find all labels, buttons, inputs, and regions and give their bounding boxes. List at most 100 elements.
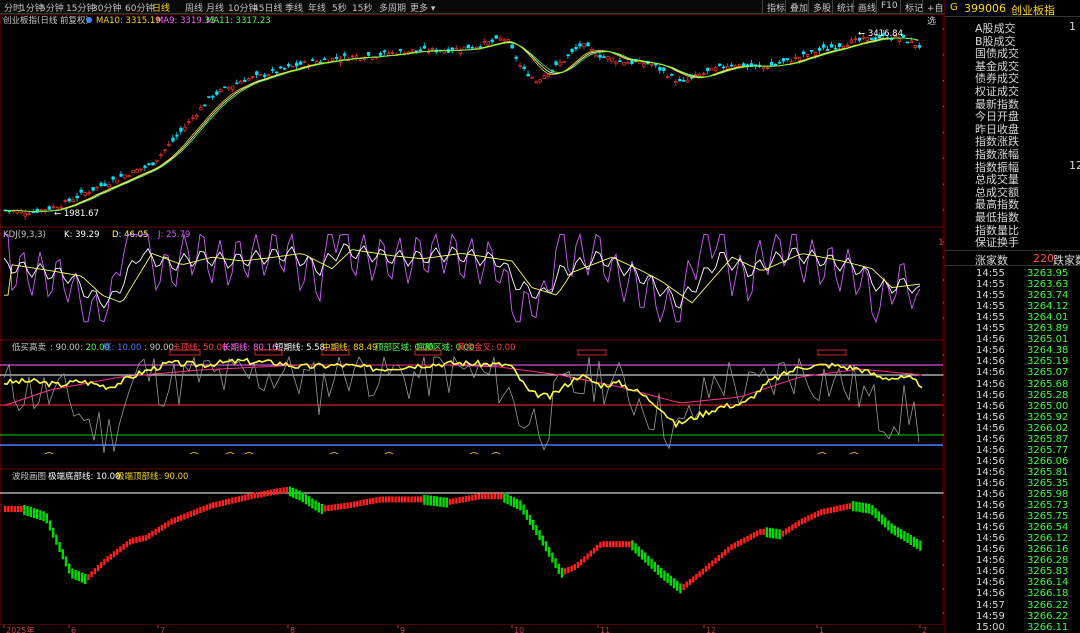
bottom-zone-marker	[849, 452, 859, 455]
wave-bar	[516, 498, 519, 509]
security-name: 创业板指	[1011, 4, 1055, 17]
timeframe-tab-12[interactable]: 年线	[308, 1, 326, 14]
wave-bar	[176, 516, 180, 523]
candle-body	[913, 45, 917, 48]
timeframe-tab-2[interactable]: 5分钟	[40, 1, 64, 14]
timeframe-tab-6[interactable]: 日线	[152, 1, 170, 14]
wave-bar	[714, 557, 717, 564]
wave-bar	[669, 575, 672, 586]
wave-bar	[672, 578, 676, 589]
buysell-legend-item: : 90.00	[144, 343, 174, 353]
wave-bar	[474, 494, 477, 501]
wave-bar	[596, 544, 599, 551]
candle-body	[267, 74, 271, 77]
timeframe-tab-8[interactable]: 月线	[206, 1, 224, 14]
wave-bar	[87, 574, 90, 581]
kdj-j-line	[4, 232, 921, 324]
timeframe-tab-16[interactable]: 更多 ▾	[410, 1, 435, 14]
chart-area[interactable]: 34003200300028002600240022002000创业板指(日线 …	[0, 14, 968, 625]
wave-bar	[32, 508, 36, 519]
wave-bar	[247, 493, 250, 500]
tick-time: 14:56	[976, 334, 1005, 346]
tick-time: 14:56	[976, 422, 1005, 434]
candle-body	[75, 195, 79, 199]
wave-bar	[279, 487, 282, 494]
wave-bar	[362, 499, 365, 506]
wave-bar	[618, 541, 621, 548]
candle-body	[239, 81, 243, 84]
wave-bar	[567, 566, 570, 573]
timeframe-tab-10[interactable]: 45日线	[253, 1, 282, 14]
wave-bar	[845, 503, 848, 510]
candle-body	[63, 200, 67, 202]
tick-price: 3263.63	[1027, 279, 1069, 291]
candle-body	[590, 48, 594, 52]
wave-bar	[554, 558, 557, 569]
kdj-title: KDJ(9,3,3)	[3, 230, 46, 240]
candle-body	[123, 174, 127, 179]
candle-body	[773, 63, 778, 66]
security-header[interactable]: G 399006 创业板指	[945, 0, 1080, 17]
wave-bar	[480, 493, 484, 500]
wave-bar	[612, 541, 615, 548]
timeframe-tab-4[interactable]: 30分钟	[92, 1, 121, 14]
wave-bar	[304, 494, 308, 505]
wave-bar	[640, 549, 644, 560]
candle-body	[398, 49, 403, 52]
wave-bar	[298, 490, 301, 501]
tick-price: 3264.12	[1027, 301, 1069, 313]
tick-time: 14:55	[976, 279, 1005, 291]
wave-bar	[196, 508, 199, 515]
timeframe-tab-14[interactable]: 15秒	[352, 1, 372, 14]
wave-bar	[391, 496, 394, 503]
wave-bar	[493, 493, 496, 500]
wave-bar	[84, 574, 87, 584]
bottom-zone-marker	[329, 452, 339, 455]
wave-bar	[16, 506, 20, 512]
chart-canvas[interactable]: 34003200300028002600240022002000创业板指(日线 …	[0, 14, 968, 625]
wave-bar	[717, 555, 720, 561]
top-zone-marker	[577, 349, 607, 356]
wave-bar	[359, 500, 362, 507]
tick-price: 3266.12	[1027, 533, 1069, 545]
wave-bar	[128, 538, 132, 545]
wave-bar	[106, 556, 109, 563]
candle-body	[841, 45, 846, 49]
wave-bar	[400, 496, 404, 503]
wave-bar	[413, 496, 416, 503]
tick-price: 3266.22	[1027, 610, 1069, 622]
candle-body	[837, 43, 842, 47]
wave-bar	[692, 576, 695, 583]
tick-time: 14:56	[976, 577, 1005, 589]
timeframe-tab-5[interactable]: 60分钟	[125, 1, 154, 14]
wave-bar	[580, 559, 583, 566]
timeframe-tab-11[interactable]: 季线	[285, 1, 303, 14]
candle-body	[670, 74, 674, 76]
candle-body	[618, 60, 622, 62]
wave-bar	[708, 563, 711, 570]
timeframe-tab-15[interactable]: 多周期	[379, 1, 406, 14]
wave-bar	[448, 498, 452, 505]
tick-price: 3265.07	[1027, 367, 1069, 379]
timeframe-tab-13[interactable]: 5秒	[332, 1, 347, 14]
tick-time: 14:56	[976, 356, 1005, 368]
candle-body	[83, 192, 87, 196]
bottom-zone-marker	[384, 452, 394, 455]
ma10-line	[3, 37, 919, 212]
wave-bar	[727, 546, 730, 553]
candle-body	[718, 63, 722, 66]
toolbar-button-2[interactable]: 多股	[808, 0, 835, 14]
wave-bar	[263, 490, 266, 497]
tick-price: 3265.00	[1027, 400, 1069, 412]
tick-price: 3263.95	[1027, 268, 1069, 279]
candle-body	[797, 57, 802, 61]
wave-bar	[61, 549, 64, 560]
tick-time: 14:56	[976, 533, 1005, 545]
wave-bar	[138, 536, 141, 543]
timeframe-tab-7[interactable]: 周线	[185, 1, 203, 14]
wave-bar	[378, 496, 381, 503]
candle-body	[722, 66, 726, 69]
quote-panel: G 399006 创业板指 A股成交 B股成交 国债成交 基金成交 债券成交 权证成交 最新…	[944, 0, 1080, 633]
wave-bar	[759, 528, 762, 535]
toolbar-button-5[interactable]: F10	[876, 0, 902, 13]
